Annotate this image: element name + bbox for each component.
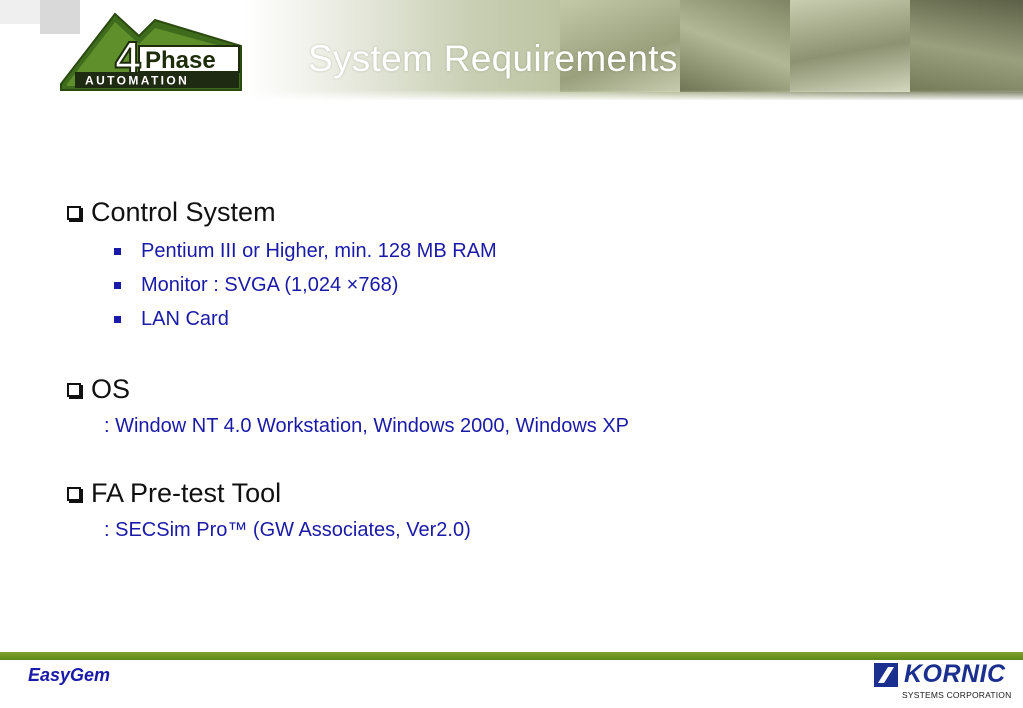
checkbox-bullet-icon	[67, 486, 81, 501]
list-item: LAN Card	[114, 308, 229, 331]
header-photo-strip	[680, 0, 790, 92]
tool-detail: : SECSim Pro™ (GW Associates, Ver2.0)	[104, 519, 471, 541]
list-item: Monitor : SVGA (1,024 ×768)	[114, 274, 398, 297]
os-detail: : Window NT 4.0 Workstation, Windows 200…	[104, 415, 630, 437]
section-heading-control-system: Control System	[67, 197, 276, 228]
section-heading-os: OS	[67, 374, 130, 405]
slide-title: System Requirements	[308, 38, 678, 79]
kornic-subtitle: SYSTEMS CORPORATION	[902, 690, 1012, 700]
list-item-label: Monitor : SVGA (1,024 ×768)	[141, 274, 399, 296]
footer-divider	[0, 652, 1023, 660]
list-item: Pentium III or Higher, min. 128 MB RAM	[114, 240, 497, 263]
logo-tagline: AUTOMATION	[85, 74, 189, 88]
section-heading-label: Control System	[91, 197, 276, 227]
logo-word: Phase	[145, 47, 216, 74]
list-item-label: Pentium III or Higher, min. 128 MB RAM	[141, 240, 497, 262]
checkbox-bullet-icon	[67, 205, 81, 220]
square-bullet-icon	[114, 282, 121, 289]
4phase-automation-logo: 4 Phase AUTOMATION	[55, 6, 247, 94]
list-item-label: LAN Card	[141, 308, 229, 330]
square-bullet-icon	[114, 248, 121, 255]
kornic-mark-icon	[874, 663, 898, 687]
section-heading-label: FA Pre-test Tool	[91, 478, 282, 508]
square-bullet-icon	[114, 316, 121, 323]
footer-product-name: EasyGem	[28, 665, 111, 685]
kornic-name: KORNIC	[904, 660, 1006, 688]
header-accent-square	[0, 0, 40, 24]
header-photo-strip	[910, 0, 1023, 92]
section-heading-fa-pretest-tool: FA Pre-test Tool	[67, 478, 281, 509]
section-heading-label: OS	[91, 374, 131, 404]
checkbox-bullet-icon	[67, 382, 81, 397]
kornic-logo: KORNIC SYSTEMS CORPORATION	[874, 660, 1012, 703]
header-photo-strip	[790, 0, 910, 92]
